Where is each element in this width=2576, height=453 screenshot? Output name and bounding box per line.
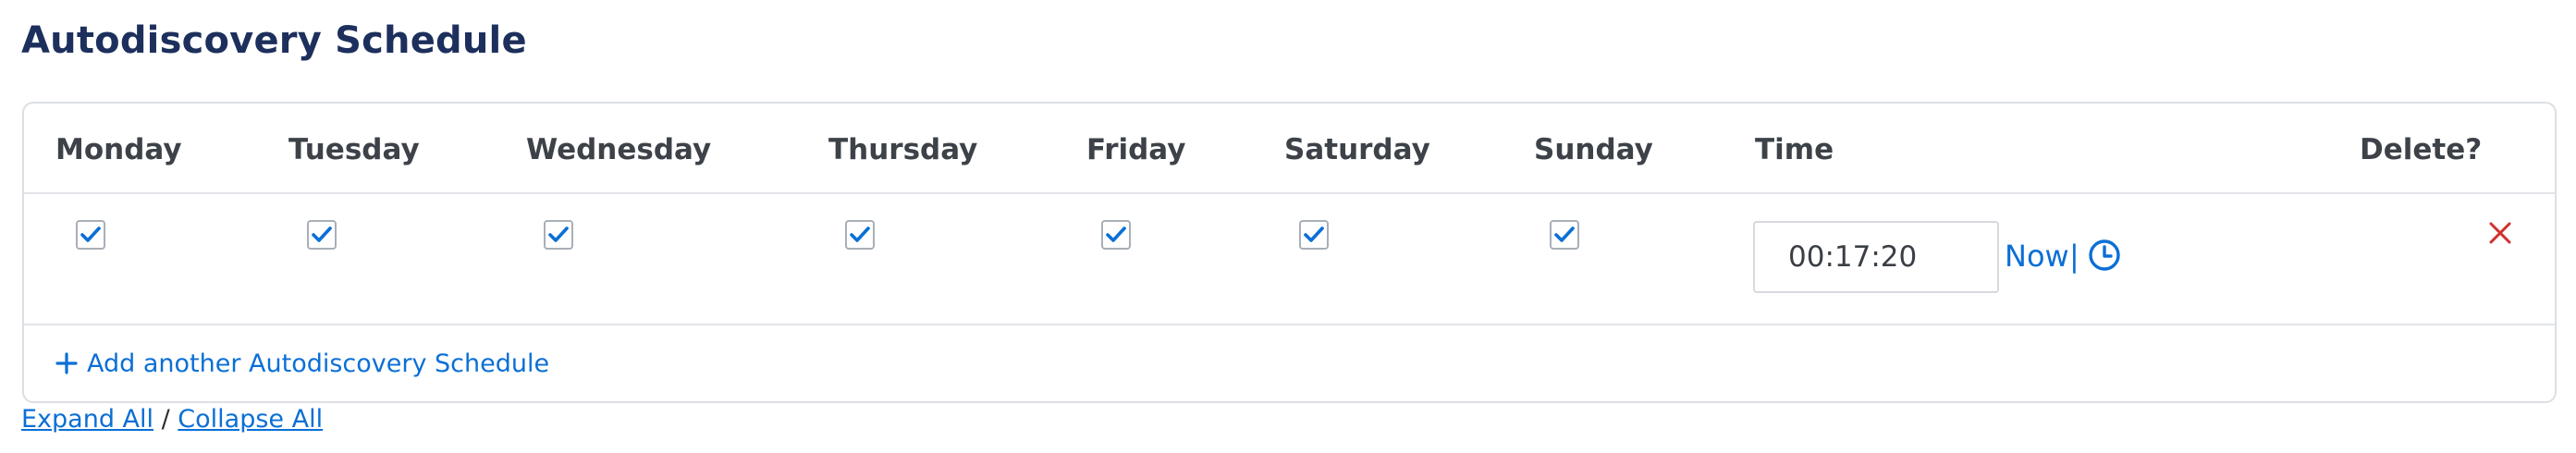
now-link[interactable]: Now: [2005, 238, 2069, 275]
clock-icon[interactable]: [2088, 239, 2121, 272]
column-header-friday: Friday: [1086, 133, 1186, 166]
expand-collapse-controls: Expand All / Collapse All: [21, 401, 323, 438]
sunday-checkbox[interactable]: [1550, 220, 1579, 250]
table-row: [24, 194, 2555, 325]
plus-icon: [55, 352, 78, 374]
expand-collapse-separator: /: [153, 405, 178, 434]
schedule-table: Monday Tuesday Wednesday Thursday Friday…: [22, 102, 2557, 403]
tuesday-checkbox[interactable]: [307, 220, 337, 250]
saturday-checkbox[interactable]: [1299, 220, 1329, 250]
checkmark-icon: [850, 226, 870, 242]
monday-checkbox[interactable]: [76, 220, 105, 250]
checkmark-icon: [548, 226, 569, 242]
column-header-tuesday: Tuesday: [288, 133, 420, 166]
wednesday-checkbox[interactable]: [544, 220, 573, 250]
collapse-all-link[interactable]: Collapse All: [178, 405, 323, 434]
column-header-thursday: Thursday: [828, 133, 978, 166]
friday-checkbox[interactable]: [1101, 220, 1131, 250]
page-title: Autodiscovery Schedule: [21, 19, 527, 62]
checkmark-icon: [80, 226, 101, 242]
column-header-saturday: Saturday: [1284, 133, 1430, 166]
thursday-checkbox[interactable]: [845, 220, 875, 250]
add-schedule-link[interactable]: Add another Autodiscovery Schedule: [55, 346, 549, 383]
checkmark-icon: [312, 226, 332, 242]
column-header-time: Time: [1755, 133, 1834, 166]
close-icon[interactable]: [2487, 220, 2513, 246]
column-header-wednesday: Wednesday: [526, 133, 712, 166]
checkmark-icon: [1106, 226, 1126, 242]
link-separator: |: [2069, 239, 2079, 274]
column-header-sunday: Sunday: [1534, 133, 1653, 166]
column-header-delete: Delete?: [2360, 133, 2483, 166]
time-input[interactable]: [1753, 221, 1999, 293]
column-header-monday: Monday: [55, 133, 182, 166]
checkmark-icon: [1304, 226, 1324, 242]
table-header-row: Monday Tuesday Wednesday Thursday Friday…: [24, 104, 2555, 194]
add-schedule-label: Add another Autodiscovery Schedule: [87, 349, 550, 378]
checkmark-icon: [1554, 226, 1575, 242]
expand-all-link[interactable]: Expand All: [21, 405, 153, 434]
